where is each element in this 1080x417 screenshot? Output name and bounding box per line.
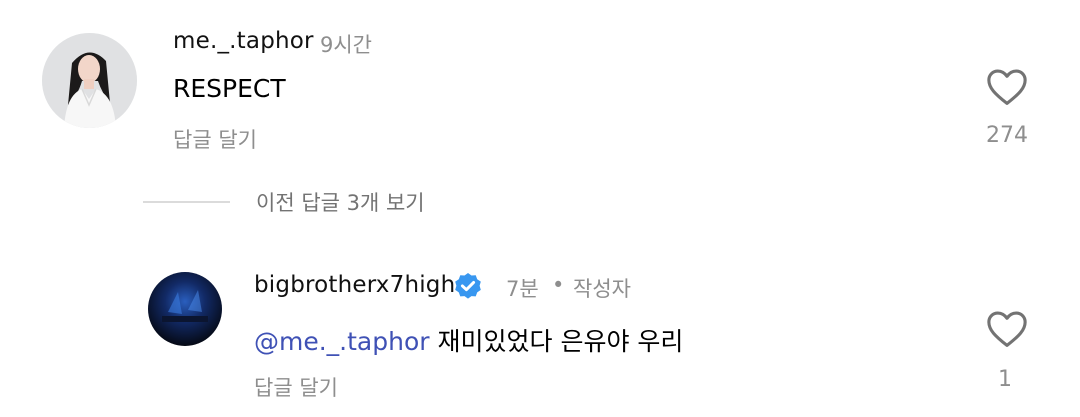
comment-username[interactable]: me._.taphor (173, 28, 314, 54)
reply-button[interactable]: 답글 달기 (254, 372, 338, 402)
like-count: 1 (998, 367, 1012, 392)
heart-outline-icon (987, 69, 1027, 105)
reply-username[interactable]: bigbrotherx7high (254, 272, 455, 298)
avatar[interactable] (148, 272, 222, 346)
separator-dot: • (552, 273, 565, 297)
verified-badge-icon (455, 273, 481, 299)
avatar[interactable] (42, 33, 137, 128)
divider-line (143, 201, 230, 203)
comment-text: RESPECT (173, 74, 286, 103)
author-label: 작성자 (573, 277, 631, 301)
comment-timestamp: 9시간 (320, 33, 373, 57)
heart-outline-icon (987, 311, 1027, 347)
view-previous-replies[interactable]: 이전 답글 3개 보기 (143, 186, 425, 218)
reply-timestamp: 7분 (506, 277, 539, 301)
like-button[interactable] (977, 68, 1037, 106)
avatar-photo (42, 33, 137, 128)
reply-text: @me._.taphor 재미있었다 은유야 우리 (254, 322, 683, 358)
reply-button[interactable]: 답글 달기 (173, 124, 257, 154)
like-button[interactable] (977, 310, 1037, 348)
like-count: 274 (986, 123, 1028, 148)
avatar-photo (148, 272, 222, 346)
mention-link[interactable]: @me._.taphor (254, 327, 430, 356)
comment-item: me._.taphor 9시간 RESPECT 답글 달기 274 (0, 0, 1080, 180)
view-replies-label: 이전 답글 3개 보기 (256, 191, 425, 215)
reply-item: bigbrotherx7high 7분 • 작성자 @me._.taphor 재… (0, 240, 1080, 417)
reply-body: 재미있었다 은유야 우리 (429, 327, 684, 356)
